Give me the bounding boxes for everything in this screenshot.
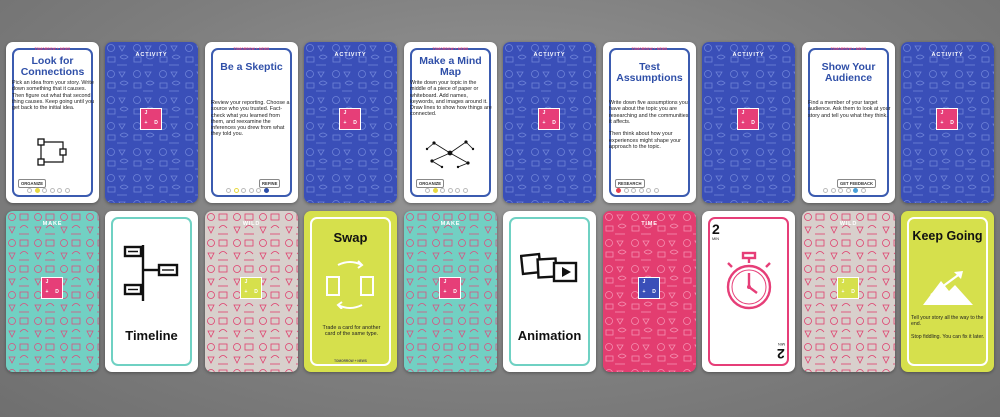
category-dots [226,188,269,193]
jd-logo: J + D [837,277,859,299]
activity-label: ACTIVITY [334,52,367,58]
activity-back-card[interactable]: ACTIVITY J + D [503,42,596,203]
card-title: Timeline [125,328,178,343]
activity-card-assumptions[interactable]: TOMORROW + NEWS Test Assumptions Write d… [603,42,696,203]
activity-label: ACTIVITY [732,52,765,58]
card-border [509,217,590,366]
card-description: Trade a card for another card of the sam… [322,325,381,338]
category-tag: REFINE [259,179,281,188]
jd-logo: J + D [737,108,759,130]
swap-icon [326,260,374,309]
time-label: TIME [641,221,658,227]
wild-label: WILD [839,221,858,227]
brand-label: TOMORROW + NEWS [334,359,367,363]
category-tag: GET FEEDBACK [837,179,877,188]
category-dots [616,188,659,193]
time-number-bottom: 2 [777,346,785,362]
mountain-arrow-icon [923,271,973,305]
wild-card-swap[interactable]: Swap Trade a card for another card of th… [304,211,397,372]
activity-label: ACTIVITY [135,52,168,58]
activity-back-card[interactable]: ACTIVITY J + D [304,42,397,203]
card-title: Look for Connections [20,55,85,78]
category-tag: ORGANIZE [18,179,47,188]
card-title: Be a Skeptic [220,61,283,73]
card-description: Write down your topic in the middle of a… [410,80,492,118]
wild-label: WILD [242,221,261,227]
make-back-card[interactable]: MAKE J + D [404,211,497,372]
brand-label: TOMORROW + NEWS [233,47,270,51]
wild-back-card[interactable]: WILD J + D [802,211,895,372]
network-icon [425,140,475,169]
flow-cycle-icon [37,138,67,166]
category-dots [823,188,866,193]
time-unit-top: MIN [712,237,719,241]
activity-card-connections[interactable]: TOMORROW + NEWS Look for Connections Pic… [6,42,99,203]
category-tag: RESEARCH [615,179,645,188]
card-title: Keep Going [912,229,983,243]
brand-label: TOMORROW + NEWS [631,47,668,51]
jd-logo: J + D [339,108,361,130]
stopwatch-icon [726,251,772,310]
card-title: Animation [517,328,582,343]
timeline-icon [123,245,179,301]
jd-logo: J + D [538,108,560,130]
activity-card-audience[interactable]: TOMORROW + NEWS Show Your Audience Find … [802,42,895,203]
category-tag: ORGANIZE [416,179,445,188]
brand-label: TOMORROW + NEWS [830,47,867,51]
make-label: MAKE [440,221,461,227]
activity-card-mind-map[interactable]: TOMORROW + NEWS Make a Mind Map Write do… [404,42,497,203]
wild-back-card[interactable]: WILD J + D [205,211,298,372]
brand-label: TOMORROW + NEWS [432,47,469,51]
jd-logo: J + D [638,277,660,299]
time-card-2-min[interactable]: 2 MIN 2 MIN [702,211,795,372]
card-description: Find a member of your target audience. A… [808,100,891,119]
card-title: Make a Mind Map [419,55,482,78]
card-description: Review your reporting. Choose a source w… [211,100,290,138]
card-title: Swap [333,230,368,245]
make-card-animation[interactable]: Animation [503,211,596,372]
make-label: MAKE [42,221,63,227]
brand-label: TOMORROW + NEWS [34,47,71,51]
card-description: Tell your story all the way to the end. [911,315,984,328]
activity-back-card[interactable]: ACTIVITY J + D [702,42,795,203]
animation-frames-icon [520,252,578,283]
time-back-card[interactable]: TIME J + D [603,211,696,372]
jd-logo: J + D [936,108,958,130]
activity-label: ACTIVITY [533,52,566,58]
activity-back-card[interactable]: ACTIVITY J + D [901,42,994,203]
jd-logo: J + D [240,277,262,299]
make-card-timeline[interactable]: Timeline [105,211,198,372]
make-back-card[interactable]: MAKE J + D [6,211,99,372]
jd-logo: J + D [439,277,461,299]
card-description-2: Stop fiddling. You can fix it later. [911,334,985,340]
card-title: Test Assumptions [616,61,683,84]
jd-logo: J + D [140,108,162,130]
category-dots [425,188,468,193]
activity-card-skeptic[interactable]: TOMORROW + NEWS Be a Skeptic Review your… [205,42,298,203]
category-dots [27,188,70,193]
time-unit-bottom: MIN [778,342,785,346]
card-description: Write down five assumptions you have abo… [609,100,689,151]
activity-label: ACTIVITY [931,52,964,58]
card-description: Pick an idea from your story. Write down… [12,80,95,112]
card-title: Show Your Audience [821,61,876,84]
jd-logo: J + D [41,277,63,299]
wild-card-keep-going[interactable]: Keep Going Tell your story all the way t… [901,211,994,372]
activity-back-card[interactable]: ACTIVITY J + D [105,42,198,203]
time-number-top: 2 [712,221,720,237]
